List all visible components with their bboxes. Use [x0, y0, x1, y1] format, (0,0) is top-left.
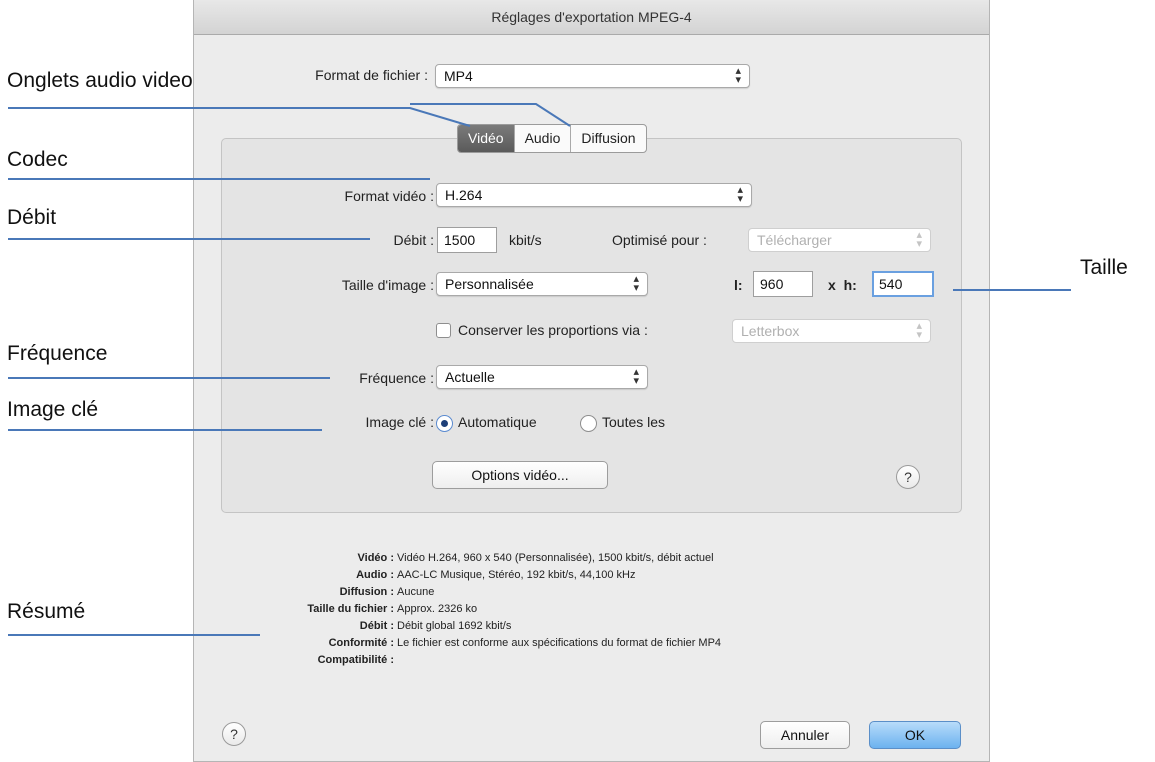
height-input[interactable]: 540 [872, 271, 934, 297]
summary-row: Conformité : Le fichier est conforme aux… [194, 637, 894, 653]
popup-arrows-icon: ▴ ▾ [916, 320, 922, 341]
width-label: l: [734, 277, 743, 293]
summary-key: Audio : [356, 569, 394, 581]
video-format-label: Format vidéo : [344, 188, 434, 204]
summary-key: Débit : [359, 620, 394, 632]
image-size-value: Personnalisée [445, 276, 534, 292]
file-format-label: Format de fichier : [315, 67, 428, 83]
optimize-select[interactable]: Télécharger ▴ ▾ [748, 228, 931, 252]
help-icon[interactable]: ? [896, 465, 920, 489]
summary-row: Vidéo : Vidéo H.264, 960 x 540 (Personna… [194, 552, 894, 568]
preserve-aspect-select[interactable]: Letterbox ▴ ▾ [732, 319, 931, 343]
video-format-value: H.264 [445, 187, 483, 203]
annotation-keyframe: Image clé [7, 398, 99, 421]
video-settings-panel: Format vidéo : H.264 ▴ ▾ Débit : 1500 kbi… [221, 138, 962, 513]
tab-audio[interactable]: Audio [515, 125, 572, 152]
preserve-aspect-checkbox[interactable] [436, 323, 451, 338]
ok-button[interactable]: OK [869, 721, 961, 749]
summary-value: Aucune [397, 586, 435, 598]
preserve-aspect-value: Letterbox [741, 323, 800, 339]
summary-value: AAC-LC Musique, Stéréo, 192 kbit/s, 44,1… [397, 569, 636, 581]
tab-bar: Vidéo Audio Diffusion [457, 124, 647, 153]
popup-arrows-icon: ▴ ▾ [737, 184, 743, 205]
framerate-label: Fréquence : [359, 370, 434, 386]
export-settings-dialog: Réglages d'exportation MPEG-4 Format de … [193, 0, 990, 762]
keyframe-label: Image clé : [365, 414, 434, 430]
width-input[interactable]: 960 [753, 271, 813, 297]
summary-row: Audio : AAC-LC Musique, Stéréo, 192 kbit… [194, 569, 894, 585]
optimize-label: Optimisé pour : [612, 232, 707, 248]
framerate-select[interactable]: Actuelle ▴ ▾ [436, 365, 648, 389]
image-size-select[interactable]: Personnalisée ▴ ▾ [436, 272, 648, 296]
popup-arrows-icon: ▴ ▾ [633, 273, 639, 294]
summary-key: Diffusion : [339, 586, 394, 598]
help-icon[interactable]: ? [222, 722, 246, 746]
annotation-framerate: Fréquence [7, 342, 108, 365]
summary-key: Taille du fichier : [307, 603, 394, 615]
tab-video[interactable]: Vidéo [458, 125, 515, 152]
preserve-aspect-label: Conserver les proportions via : [458, 322, 648, 338]
video-options-button[interactable]: Options vidéo... [432, 461, 608, 489]
summary-value: Le fichier est conforme aux spécificatio… [397, 637, 722, 649]
keyframe-auto-label: Automatique [458, 414, 537, 430]
annotation-tabs: Onglets audio video [7, 69, 193, 93]
keyframe-auto-radio[interactable] [436, 415, 453, 432]
bitrate-input[interactable]: 1500 [437, 227, 497, 253]
file-format-select[interactable]: MP4 ▴ ▾ [435, 64, 750, 88]
keyframe-every-radio[interactable] [580, 415, 597, 432]
optimize-value: Télécharger [757, 232, 832, 248]
bitrate-unit: kbit/s [509, 232, 542, 248]
annotation-size: Taille [1080, 256, 1128, 279]
summary-value: Débit global 1692 kbit/s [397, 620, 512, 632]
popup-arrows-icon: ▴ ▾ [735, 65, 741, 86]
keyframe-every-label: Toutes les [602, 414, 666, 430]
popup-arrows-icon: ▴ ▾ [916, 229, 922, 250]
annotation-tabs-text: Onglets audio video [7, 69, 193, 92]
file-format-value: MP4 [444, 68, 473, 84]
height-label: x h: [828, 277, 857, 293]
summary-value: Approx. 2326 ko [397, 603, 478, 615]
cancel-button[interactable]: Annuler [760, 721, 850, 749]
video-format-select[interactable]: H.264 ▴ ▾ [436, 183, 752, 207]
annotation-codec: Codec [7, 148, 68, 171]
image-size-label: Taille d'image : [341, 277, 434, 293]
annotation-bitrate: Débit [7, 206, 57, 229]
summary-row: Débit : Débit global 1692 kbit/s [194, 620, 894, 636]
tab-diffusion[interactable]: Diffusion [571, 125, 645, 152]
annotation-summary: Résumé [7, 600, 86, 623]
popup-arrows-icon: ▴ ▾ [633, 366, 639, 387]
summary-key: Vidéo : [357, 552, 394, 564]
summary-section: Vidéo : Vidéo H.264, 960 x 540 (Personna… [194, 552, 894, 682]
framerate-value: Actuelle [445, 369, 495, 385]
summary-row: Diffusion : Aucune [194, 586, 894, 602]
window-title: Réglages d'exportation MPEG-4 [194, 0, 989, 35]
summary-key: Compatibilité : [317, 654, 394, 666]
summary-value: Vidéo H.264, 960 x 540 (Personnalisée), … [397, 552, 714, 564]
summary-row: Compatibilité : [194, 654, 894, 670]
summary-row: Taille du fichier : Approx. 2326 ko [194, 603, 894, 619]
summary-key: Conformité : [328, 637, 394, 649]
bitrate-label: Débit : [393, 232, 434, 248]
